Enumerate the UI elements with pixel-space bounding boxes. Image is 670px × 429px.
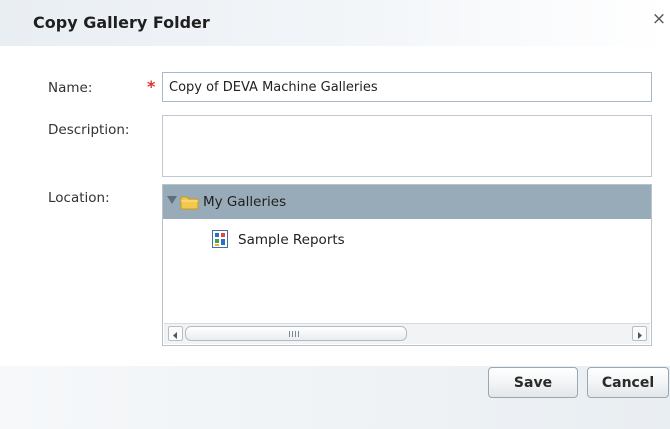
grip-icon [289, 331, 299, 337]
description-input[interactable] [162, 115, 652, 177]
scroll-right-button[interactable] [632, 326, 647, 341]
name-input[interactable] [162, 72, 652, 102]
folder-icon [180, 196, 199, 210]
scroll-left-button[interactable] [168, 326, 183, 341]
scrollbar-thumb[interactable] [185, 326, 407, 341]
tree-item-sample-reports[interactable]: Sample Reports [163, 223, 651, 257]
copy-gallery-folder-dialog: Copy Gallery Folder × Name: * Descriptio… [0, 0, 670, 429]
location-tree[interactable]: My Galleries Sample Reports [162, 184, 652, 346]
save-button[interactable]: Save [488, 367, 578, 398]
dialog-title: Copy Gallery Folder [33, 13, 210, 32]
chevron-left-icon [173, 332, 177, 339]
description-label: Description: [48, 122, 130, 138]
name-label: Name: [48, 80, 93, 96]
tree-item-label: Sample Reports [238, 232, 345, 248]
horizontal-scrollbar[interactable] [164, 323, 650, 344]
report-icon [212, 230, 228, 248]
cancel-button[interactable]: Cancel [587, 367, 669, 398]
expand-arrow-icon[interactable] [167, 196, 177, 204]
close-icon[interactable]: × [649, 9, 669, 29]
location-label: Location: [48, 190, 110, 206]
tree-item-label: My Galleries [203, 194, 287, 210]
chevron-right-icon [638, 332, 642, 339]
dialog-titlebar: Copy Gallery Folder × [0, 0, 670, 46]
required-marker: * [147, 77, 156, 96]
tree-item-my-galleries[interactable]: My Galleries [163, 185, 651, 219]
